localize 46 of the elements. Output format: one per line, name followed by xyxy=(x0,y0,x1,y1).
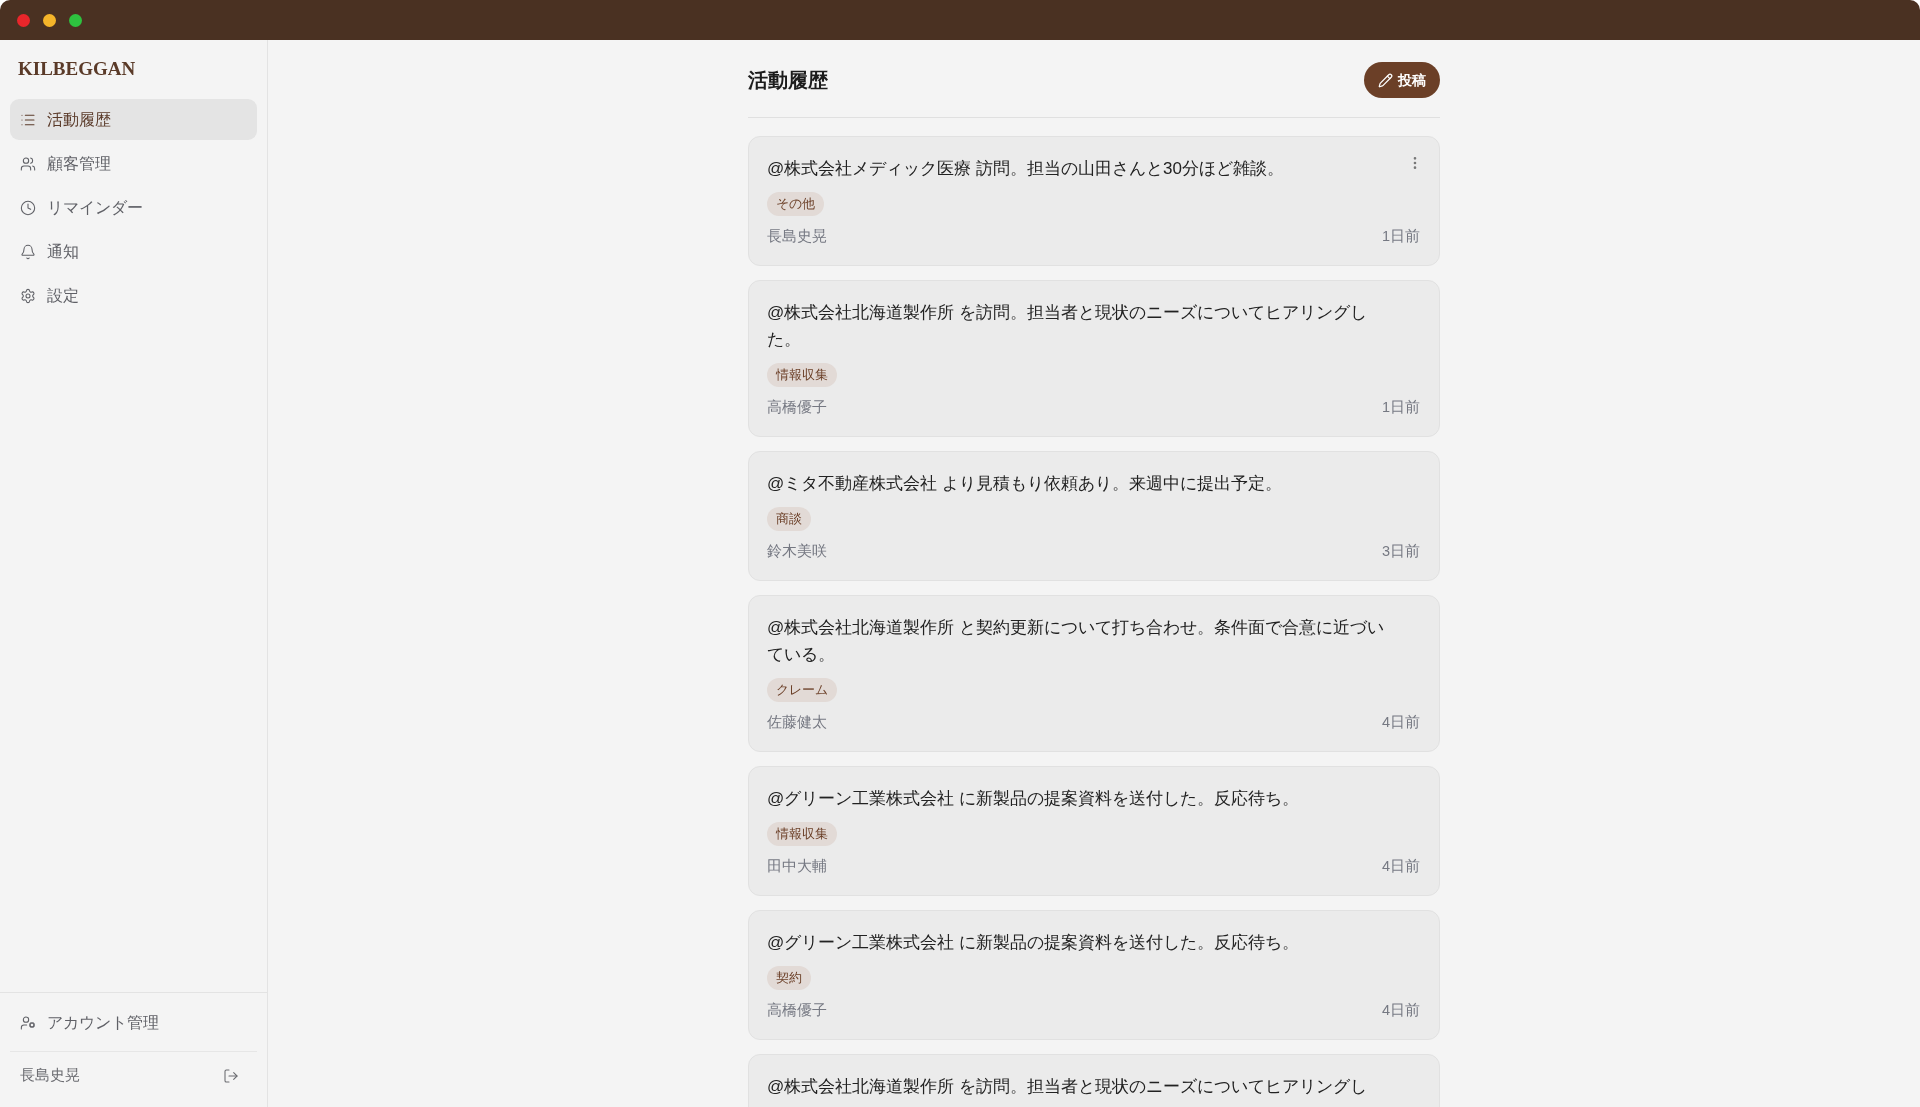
category-tag: 契約 xyxy=(767,966,811,990)
activity-text: @グリーン工業株式会社 に新製品の提案資料を送付した。反応待ち。 xyxy=(767,932,1299,954)
author-name: 田中大輔 xyxy=(767,857,827,876)
post-button[interactable]: 投稿 xyxy=(1364,62,1440,98)
bell-icon xyxy=(20,243,36,260)
sidebar-nav-item[interactable]: 設定 xyxy=(10,275,257,316)
category-tag: その他 xyxy=(767,192,824,216)
category-tag: 情報収集 xyxy=(767,363,837,387)
settings-icon xyxy=(20,287,36,304)
activity-text: @株式会社メディック医療 訪問。担当の山田さんと30分ほど雑談。 xyxy=(767,158,1284,180)
post-time: 4日前 xyxy=(1381,713,1420,732)
sidebar-nav-item[interactable]: アカウント管理 xyxy=(10,1002,257,1043)
clock-icon xyxy=(20,199,36,216)
user-name: 長島史晃 xyxy=(20,1065,80,1085)
category-tag: 情報収集 xyxy=(767,822,837,846)
author-name: 高橋優子 xyxy=(767,398,827,417)
close-button[interactable] xyxy=(17,13,30,27)
activity-text: @ミタ不動産株式会社 より見積もり依頼あり。来週中に提出予定。 xyxy=(767,473,1282,495)
logout-icon xyxy=(223,1067,239,1084)
sidebar-nav-item[interactable]: 通知 xyxy=(10,231,257,272)
post-time: 4日前 xyxy=(1381,857,1420,876)
page-title: 活動履歴 xyxy=(748,68,828,93)
sidebar-nav-item[interactable]: 顧客管理 xyxy=(10,143,257,184)
author-name: 鈴木美咲 xyxy=(767,542,827,561)
users-icon xyxy=(20,155,36,172)
minimize-button[interactable] xyxy=(43,13,56,27)
category-tag: クレーム xyxy=(767,678,837,702)
activity-text: @株式会社北海道製作所 を訪問。担当者と現状のニーズについてヒアリングした。 xyxy=(767,302,1368,351)
activity-text: @株式会社北海道製作所 と契約更新について打ち合わせ。条件面で合意に近づいている。 xyxy=(767,617,1385,666)
pencil-icon xyxy=(1378,72,1393,88)
post-time: 4日前 xyxy=(1381,1001,1420,1020)
logout-button[interactable] xyxy=(223,1067,239,1084)
post-time: 3日前 xyxy=(1381,542,1420,561)
activity-text: @株式会社北海道製作所 を訪問。担当者と現状のニーズについてヒアリングし xyxy=(767,1076,1367,1098)
author-name: 高橋優子 xyxy=(767,1001,827,1020)
maximize-button[interactable] xyxy=(69,13,82,27)
post-time: 1日前 xyxy=(1381,398,1420,417)
post-time: 1日前 xyxy=(1381,227,1420,246)
category-tag: 商談 xyxy=(767,507,811,531)
activity-text: @グリーン工業株式会社 に新製品の提案資料を送付した。反応待ち。 xyxy=(767,788,1299,810)
author-name: 佐藤健太 xyxy=(767,713,827,732)
app-logo: KILBEGGAN xyxy=(18,57,136,81)
user-gear-icon xyxy=(20,1014,36,1031)
sidebar-nav-item[interactable]: リマインダー xyxy=(10,187,257,228)
author-name: 長島史晃 xyxy=(767,227,827,246)
sidebar-nav-item[interactable]: 活動履歴 xyxy=(10,99,257,140)
